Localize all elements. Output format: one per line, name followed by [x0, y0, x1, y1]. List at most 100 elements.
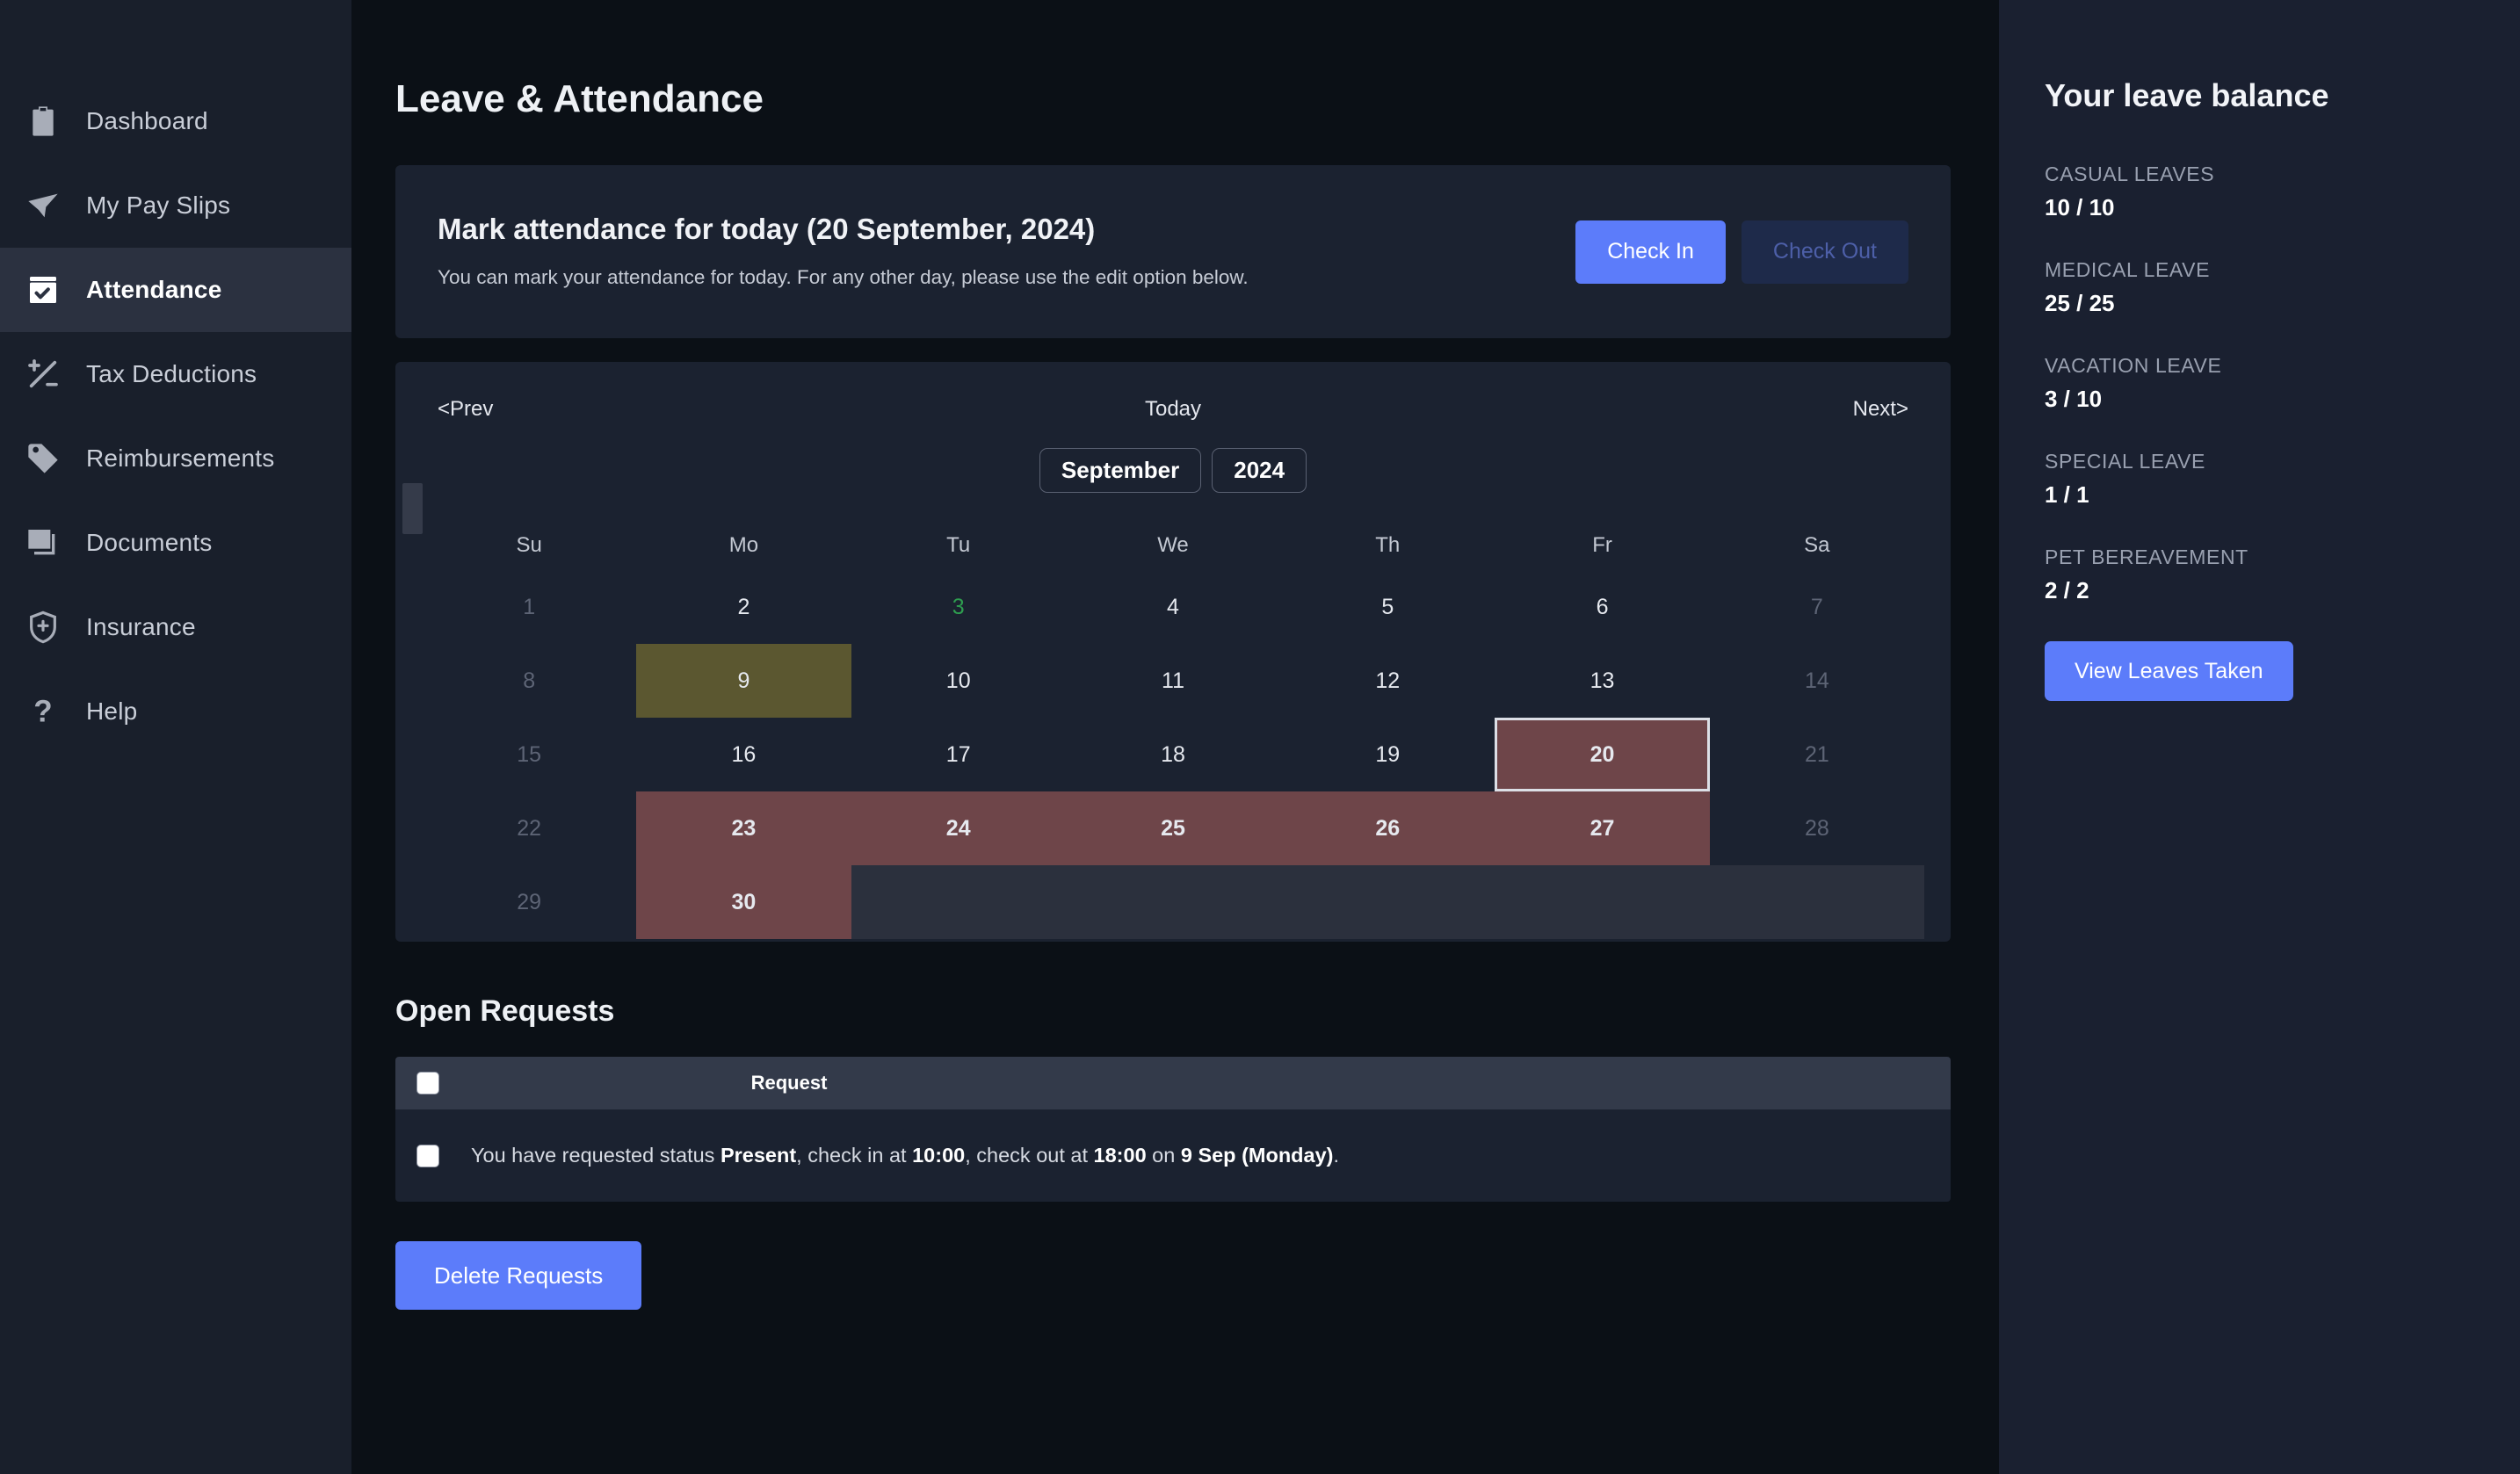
calendar-day-29[interactable]: 29 [422, 865, 636, 939]
leave-balance-value: 2 / 2 [2045, 577, 2089, 603]
delete-requests-button[interactable]: Delete Requests [395, 1241, 642, 1310]
prev-month-button[interactable]: <Prev [438, 397, 493, 422]
calendar-day-21[interactable]: 21 [1710, 718, 1924, 791]
year-select[interactable]: 2024 [1212, 448, 1307, 493]
calendar-day-13[interactable]: 13 [1495, 644, 1709, 718]
sidebar-item-my-pay-slips[interactable]: My Pay Slips [0, 163, 351, 248]
calendar-day-26[interactable]: 26 [1280, 791, 1495, 865]
leave-balance-item: VACATION LEAVE 3 / 10 [2045, 354, 2520, 413]
attendance-title: Mark attendance for today (20 September,… [438, 212, 1096, 245]
calendar-day-empty [851, 865, 1066, 939]
calendar-day-12[interactable]: 12 [1280, 644, 1495, 718]
sidebar-item-label: Attendance [86, 276, 222, 303]
calendar-day-of-week: Fr [1592, 533, 1612, 557]
calendar-day-8[interactable]: 8 [422, 644, 636, 718]
next-month-button[interactable]: Next> [1853, 397, 1908, 422]
attendance-subtitle: You can mark your attendance for today. … [438, 265, 1249, 288]
app-root: Dashboard My Pay Slips Attendance Tax De… [0, 0, 2520, 1474]
calendar-day-20[interactable]: 20 [1495, 718, 1710, 791]
calendar-day-24[interactable]: 24 [851, 791, 1066, 865]
attendance-actions: Check In Check Out [1575, 220, 1908, 284]
calendar-day-of-week: We [1157, 533, 1189, 557]
leave-balance-value: 25 / 25 [2045, 290, 2115, 316]
leave-balance-title: Your leave balance [2045, 77, 2329, 113]
sidebar-item-documents[interactable]: Documents [0, 501, 351, 585]
calendar-day-18[interactable]: 18 [1066, 718, 1280, 791]
sidebar-item-label: Reimbursements [86, 444, 275, 472]
month-select[interactable]: September [1039, 448, 1202, 493]
calendar-day-25[interactable]: 25 [1065, 791, 1281, 865]
table-header-row: Request [395, 1057, 1951, 1109]
main-content: Leave & Attendance Mark attendance for t… [351, 0, 1999, 1474]
column-header-request: Request [750, 1072, 828, 1094]
calendar-day-28[interactable]: 28 [1710, 791, 1924, 865]
leave-balance-panel: Your leave balance CASUAL LEAVES 10 / 10 M… [1999, 0, 2520, 1474]
leave-balance-item: CASUAL LEAVES 10 / 10 [2045, 163, 2520, 221]
sidebar-item-insurance[interactable]: Insurance [0, 585, 351, 669]
calendar-scrollbar-thumb[interactable] [402, 483, 423, 534]
calendar-day-9[interactable]: 9 [636, 644, 851, 718]
calendar-day-4[interactable]: 4 [1066, 570, 1280, 644]
select-all-checkbox[interactable] [416, 1072, 439, 1095]
calendar-day-10[interactable]: 10 [851, 644, 1066, 718]
row-checkbox[interactable] [416, 1144, 439, 1167]
page-title: Leave & Attendance [395, 77, 764, 120]
attendance-text-block: Mark attendance for today (20 September,… [438, 213, 1249, 292]
view-leaves-taken-button[interactable]: View Leaves Taken [2045, 641, 2293, 701]
calendar-day-empty [1495, 865, 1710, 939]
tag-icon [25, 440, 62, 477]
sidebar-item-help[interactable]: ? Help [0, 669, 351, 754]
leave-type-label: CASUAL LEAVES [2045, 163, 2215, 185]
leave-type-label: SPECIAL LEAVE [2045, 450, 2205, 473]
calendar-day-30[interactable]: 30 [636, 865, 851, 939]
paper-plane-icon [25, 187, 62, 224]
calendar-day-of-week: Su [516, 533, 542, 557]
calendar-day-14[interactable]: 14 [1710, 644, 1924, 718]
calendar-day-17[interactable]: 17 [851, 718, 1066, 791]
sidebar: Dashboard My Pay Slips Attendance Tax De… [0, 0, 351, 1474]
leave-balance-item: SPECIAL LEAVE 1 / 1 [2045, 450, 2520, 509]
plus-minus-icon [25, 356, 62, 393]
calendar-day-empty [1065, 865, 1281, 939]
calendar-day-7[interactable]: 7 [1710, 570, 1924, 644]
leave-balance-value: 3 / 10 [2045, 386, 2103, 412]
calendar-day-6[interactable]: 6 [1495, 570, 1709, 644]
leave-balance-list: CASUAL LEAVES 10 / 10 MEDICAL LEAVE 25 / 25… [2045, 163, 2520, 604]
check-in-button[interactable]: Check In [1575, 220, 1726, 284]
check-out-button[interactable]: Check Out [1741, 220, 1908, 284]
leave-type-label: VACATION LEAVE [2045, 354, 2222, 377]
leave-balance-value: 1 / 1 [2045, 481, 2089, 508]
question-mark-icon: ? [25, 693, 62, 730]
svg-text:?: ? [33, 695, 52, 729]
calendar-day-27[interactable]: 27 [1495, 791, 1710, 865]
calendar-day-16[interactable]: 16 [636, 718, 851, 791]
leave-balance-item: MEDICAL LEAVE 25 / 25 [2045, 258, 2520, 317]
calendar-day-5[interactable]: 5 [1280, 570, 1495, 644]
open-requests-title: Open Requests [395, 994, 615, 1028]
sidebar-item-label: Insurance [86, 613, 196, 640]
calendar-day-23[interactable]: 23 [636, 791, 851, 865]
calendar-check-icon [25, 271, 62, 308]
calendar-day-1[interactable]: 1 [422, 570, 636, 644]
leave-type-label: PET BEREAVEMENT [2045, 546, 2248, 568]
sidebar-item-tax-deductions[interactable]: Tax Deductions [0, 332, 351, 416]
sidebar-item-label: Dashboard [86, 107, 208, 134]
leave-type-label: MEDICAL LEAVE [2045, 258, 2211, 281]
calendar-day-19[interactable]: 19 [1280, 718, 1495, 791]
sidebar-item-reimbursements[interactable]: Reimbursements [0, 416, 351, 501]
calendar-day-empty [1709, 865, 1924, 939]
mark-attendance-card: Mark attendance for today (20 September,… [395, 165, 1951, 338]
sidebar-item-attendance[interactable]: Attendance [0, 248, 351, 332]
today-button[interactable]: Today [493, 397, 1852, 422]
calendar-day-22[interactable]: 22 [422, 791, 636, 865]
sidebar-item-dashboard[interactable]: Dashboard [0, 79, 351, 163]
leave-balance-item: PET BEREAVEMENT 2 / 2 [2045, 546, 2520, 604]
open-requests-table: Request You have requested status Presen… [395, 1057, 1951, 1202]
calendar-day-11[interactable]: 11 [1066, 644, 1280, 718]
calendar-period-selectors: September 2024 [395, 448, 1951, 493]
calendar-day-3[interactable]: 3 [851, 570, 1066, 644]
calendar-day-2[interactable]: 2 [636, 570, 851, 644]
calendar-day-15[interactable]: 15 [422, 718, 636, 791]
leave-balance-value: 10 / 10 [2045, 194, 2115, 220]
calendar-nav: <Prev Today Next> [395, 362, 1951, 422]
